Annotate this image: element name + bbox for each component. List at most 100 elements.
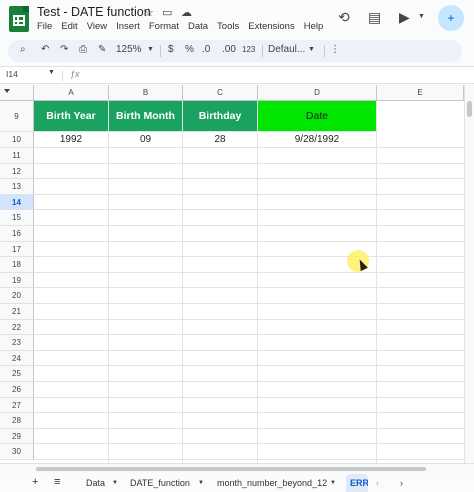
toolbar: ⌕ ↶ ↷ ⎙ ✎ 125% ▼ $ % .0 .00 123 Defaul..… [8, 40, 462, 62]
sheet-tab-date-function[interactable]: DATE_function [130, 478, 190, 488]
row-header-27[interactable]: 27 [0, 397, 34, 414]
row-header-25[interactable]: 25 [0, 366, 34, 382]
menu-help[interactable]: Help [304, 21, 324, 32]
horizontal-scroll-thumb[interactable] [36, 467, 426, 471]
column-header-e[interactable]: E [377, 85, 464, 101]
star-icon[interactable]: ☆ [144, 6, 154, 19]
row-header-28[interactable]: 28 [0, 413, 34, 429]
name-box[interactable]: I14 [6, 69, 18, 79]
header-cell-birth-month[interactable]: Birth Month [109, 101, 183, 132]
zoom-select[interactable]: 125% [116, 44, 142, 55]
column-header-d[interactable]: D [258, 85, 377, 101]
share-person-add-icon[interactable]: + [438, 5, 464, 31]
row-header-10[interactable]: 10 [0, 132, 34, 148]
print-icon[interactable]: ⎙ [79, 44, 87, 55]
row-header-9[interactable]: 9 [0, 101, 34, 132]
row-gridline [34, 427, 464, 429]
title-bar: Test - DATE function ☆ ▭ ☁ File Edit Vie… [0, 0, 474, 36]
version-history-icon[interactable]: ⟲ [338, 9, 350, 26]
font-dropdown-chevron-icon[interactable]: ▼ [308, 46, 315, 53]
menu-tools[interactable]: Tools [217, 21, 239, 32]
header-cell-date[interactable]: Date [258, 101, 377, 132]
meet-dropdown-chevron-icon[interactable]: ▼ [418, 13, 425, 20]
select-all-corner[interactable] [0, 85, 34, 101]
document-title[interactable]: Test - DATE function [37, 5, 151, 19]
menu-view[interactable]: View [87, 21, 107, 32]
row-header-14[interactable]: 14 [0, 194, 34, 211]
row-gridline [34, 365, 464, 367]
scroll-tabs-right-icon[interactable]: › [400, 478, 403, 488]
menu-insert[interactable]: Insert [116, 21, 140, 32]
formula-bar: I14 ▼ ƒx [0, 66, 474, 84]
name-box-chevron-icon[interactable]: ▼ [48, 69, 55, 76]
row-header-30[interactable]: 30 [0, 444, 34, 460]
row-header-18[interactable]: 18 [0, 257, 34, 273]
row-header-22[interactable]: 22 [0, 319, 34, 336]
zoom-dropdown-chevron-icon[interactable]: ▼ [147, 46, 154, 53]
row-header-15[interactable]: 15 [0, 210, 34, 226]
percent-format-button[interactable]: % [185, 44, 194, 55]
menu-format[interactable]: Format [149, 21, 179, 32]
row-header-21[interactable]: 21 [0, 304, 34, 320]
sheets-logo-icon[interactable] [9, 6, 29, 32]
font-select[interactable]: Defaul... [268, 44, 305, 55]
row-gridline [34, 349, 464, 351]
header-cell-birth-year[interactable]: Birth Year [34, 101, 109, 132]
more-options-icon[interactable]: ⋮ [330, 44, 340, 55]
data-cell[interactable]: 1992 [34, 132, 109, 148]
row-header-23[interactable]: 23 [0, 335, 34, 351]
menu-bar: File Edit View Insert Format Data Tools … [37, 21, 323, 32]
column-header-a[interactable]: A [34, 85, 109, 101]
row-header-17[interactable]: 17 [0, 241, 34, 258]
menu-extensions[interactable]: Extensions [248, 21, 294, 32]
vertical-scroll-thumb[interactable] [467, 101, 472, 117]
increase-decimal-button[interactable]: .00 [222, 44, 236, 55]
row-header-20[interactable]: 20 [0, 288, 34, 304]
column-gridline [182, 148, 183, 463]
move-folder-icon[interactable]: ▭ [162, 6, 172, 19]
row-gridline [34, 412, 464, 414]
sheet-tab-date-function-chevron-icon[interactable]: ▼ [198, 480, 204, 486]
header-cell-birthday[interactable]: Birthday [183, 101, 258, 132]
add-sheet-button[interactable]: + [32, 476, 38, 488]
row-header-13[interactable]: 13 [0, 179, 34, 195]
column-gridline [257, 148, 258, 463]
row-header-26[interactable]: 26 [0, 382, 34, 398]
menu-data[interactable]: Data [188, 21, 208, 32]
column-header-c[interactable]: C [183, 85, 258, 101]
data-cell[interactable]: 28 [183, 132, 258, 148]
redo-icon[interactable]: ↷ [60, 44, 68, 55]
search-menus-icon[interactable]: ⌕ [20, 44, 26, 55]
sheet-tab-month-number-chevron-icon[interactable]: ▼ [330, 480, 336, 486]
data-cell[interactable]: 09 [109, 132, 183, 148]
cloud-status-icon[interactable]: ☁ [181, 6, 192, 19]
scroll-tabs-left-icon[interactable]: ‹ [376, 478, 379, 488]
sheet-tab-bar: + ≡ Data ▼ DATE_function ▼ month_number_… [0, 474, 474, 492]
undo-icon[interactable]: ↶ [41, 44, 49, 55]
row-header-12[interactable]: 12 [0, 163, 34, 180]
comments-icon[interactable]: ▤ [368, 9, 381, 26]
sheet-tab-data[interactable]: Data [86, 478, 105, 488]
horizontal-scrollbar[interactable] [0, 463, 474, 473]
sheet-tab-data-chevron-icon[interactable]: ▼ [112, 480, 118, 486]
all-sheets-button[interactable]: ≡ [54, 476, 60, 488]
menu-file[interactable]: File [37, 21, 52, 32]
row-header-29[interactable]: 29 [0, 428, 34, 445]
currency-format-button[interactable]: $ [168, 44, 174, 55]
row-header-24[interactable]: 24 [0, 350, 34, 367]
row-header-19[interactable]: 19 [0, 272, 34, 289]
sheet-tab-err[interactable]: ERR [346, 474, 368, 492]
paint-format-icon[interactable]: ✎ [98, 44, 106, 55]
decrease-decimal-button[interactable]: .0 [202, 44, 210, 55]
vertical-scrollbar[interactable] [464, 85, 474, 463]
menu-edit[interactable]: Edit [61, 21, 77, 32]
spreadsheet-grid[interactable]: A B C D E 9 Birth Year Birth Month Birthday Date 1… [0, 85, 464, 463]
sheet-tab-month-number[interactable]: month_number_beyond_12 [217, 478, 327, 488]
row-header-16[interactable]: 16 [0, 226, 34, 242]
column-header-b[interactable]: B [109, 85, 183, 101]
data-cell[interactable]: 9/28/1992 [258, 132, 377, 148]
row-gridline [34, 162, 464, 164]
row-header-11[interactable]: 11 [0, 148, 34, 164]
meet-video-icon[interactable]: ▶ [399, 9, 410, 26]
more-formats-button[interactable]: 123 [242, 45, 255, 54]
